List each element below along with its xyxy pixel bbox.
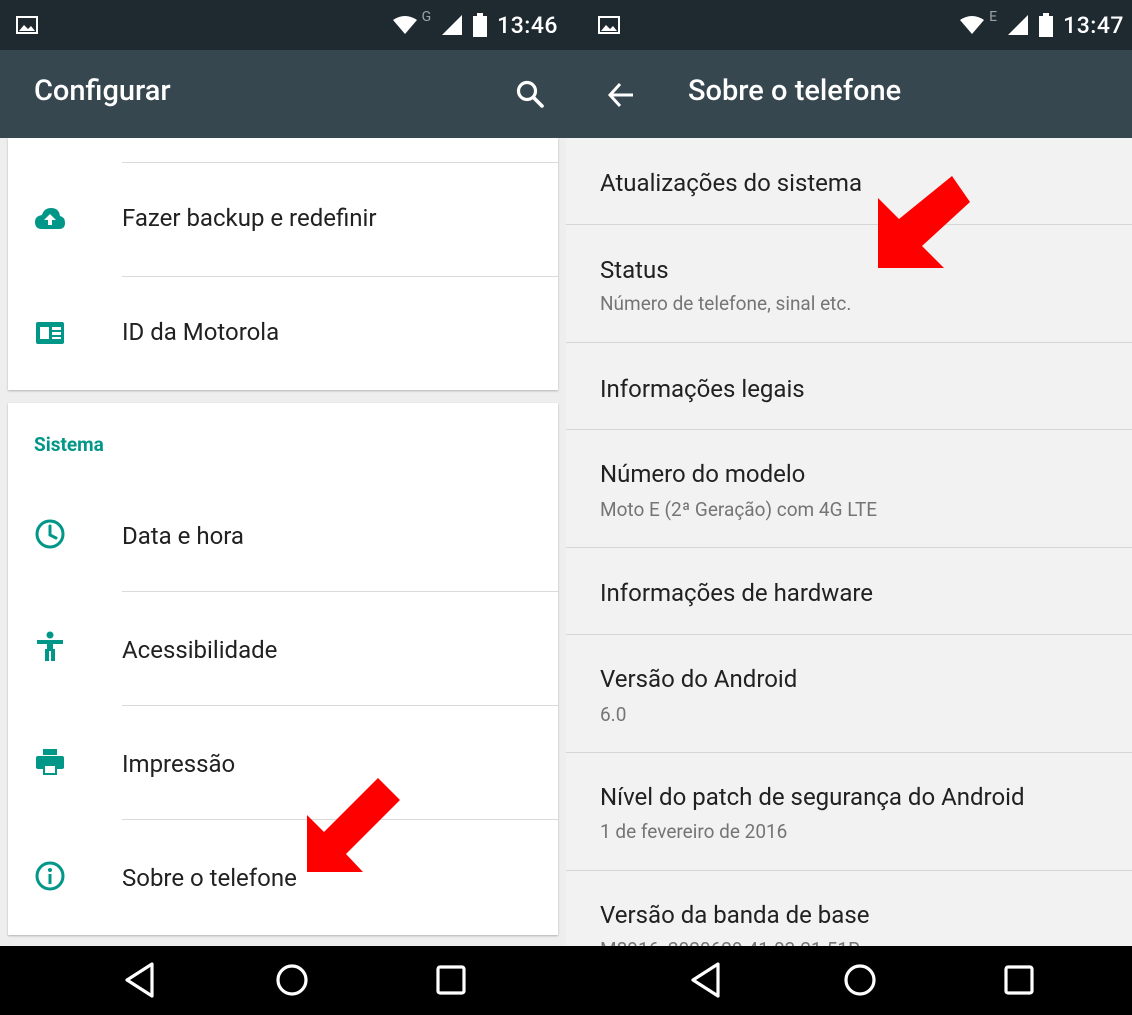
status-bar: E 13:47	[566, 0, 1132, 50]
settings-item-backup[interactable]: Fazer backup e redefinir	[8, 163, 558, 275]
list-item-title: Atualizações do sistema	[600, 169, 863, 197]
recents-square-icon[interactable]	[1001, 961, 1037, 999]
info-icon	[35, 861, 65, 891]
settings-item-label: ID da Motorola	[122, 318, 280, 346]
status-bar: G 13:46	[0, 0, 566, 50]
about-phone-screen: E 13:47 Sobre o telefone Atualizações do…	[566, 0, 1132, 1015]
navigation-bar	[0, 946, 566, 1015]
annotation-arrow-icon	[878, 176, 970, 268]
back-arrow-icon[interactable]	[606, 80, 636, 110]
list-item-title: Status	[600, 256, 669, 284]
list-item-legal-info[interactable]: Informações legais	[566, 343, 1132, 429]
accessibility-icon	[37, 631, 63, 661]
list-item-security-patch[interactable]: Nível do patch de segurança do Android 1…	[566, 753, 1132, 870]
list-item-system-updates[interactable]: Atualizações do sistema	[566, 138, 1132, 224]
signal-icon	[442, 15, 463, 35]
clock-time: 13:46	[497, 11, 558, 39]
back-triangle-icon[interactable]	[688, 961, 724, 999]
recents-square-icon[interactable]	[433, 961, 469, 999]
clock-time: 13:47	[1063, 11, 1124, 39]
printer-icon	[36, 749, 64, 775]
settings-item-accessibility[interactable]: Acessibilidade	[8, 592, 558, 704]
settings-item-label: Impressão	[122, 750, 236, 778]
search-icon[interactable]	[514, 78, 546, 110]
list-item-title: Versão da banda de base	[600, 901, 870, 929]
network-type: G	[421, 9, 432, 25]
signal-icon	[1008, 15, 1029, 35]
list-item-subtitle: M8916_2020629.41.03.21.51R	[600, 938, 860, 946]
list-item-subtitle: 1 de fevereiro de 2016	[600, 820, 788, 843]
settings-screen: G 13:46 Configurar Fazer backup e redefi…	[0, 0, 566, 1015]
list-item-title: Informações legais	[600, 375, 805, 403]
network-type: E	[989, 9, 998, 25]
list-item-hardware-info[interactable]: Informações de hardware	[566, 548, 1132, 634]
settings-item-label: Data e hora	[122, 522, 244, 550]
list-item-status[interactable]: Status Número de telefone, sinal etc.	[566, 225, 1132, 342]
back-triangle-icon[interactable]	[122, 961, 158, 999]
wifi-icon	[960, 16, 985, 34]
settings-item-label: Acessibilidade	[122, 636, 278, 664]
about-phone-list: Atualizações do sistema Status Número de…	[566, 138, 1132, 946]
wifi-icon	[392, 16, 417, 34]
settings-card-personal: Fazer backup e redefinir ID da Motorola	[8, 138, 558, 390]
app-toolbar: Configurar	[0, 50, 566, 138]
list-item-title: Nível do patch de segurança do Android	[600, 783, 1025, 811]
home-circle-icon[interactable]	[274, 961, 310, 999]
page-title: Sobre o telefone	[688, 74, 902, 108]
battery-icon	[1039, 13, 1054, 37]
list-item-title: Versão do Android	[600, 665, 798, 693]
list-item-subtitle: Moto E (2ª Geração) com 4G LTE	[600, 498, 878, 521]
settings-item-motorola-id[interactable]: ID da Motorola	[8, 277, 558, 389]
settings-item-date-time[interactable]: Data e hora	[8, 478, 558, 590]
list-item-title: Número do modelo	[600, 460, 806, 488]
settings-item-label: Fazer backup e redefinir	[122, 204, 377, 232]
list-item-subtitle: Número de telefone, sinal etc.	[600, 292, 852, 315]
cloud-upload-icon	[35, 208, 65, 229]
section-header: Sistema	[34, 433, 104, 456]
app-toolbar: Sobre o telefone	[566, 50, 1132, 138]
annotation-arrow-icon	[307, 778, 400, 872]
gallery-icon	[16, 16, 38, 34]
id-card-icon	[36, 322, 64, 344]
clock-icon	[35, 519, 65, 549]
list-item-baseband-version[interactable]: Versão da banda de base M8916_2020629.41…	[566, 871, 1132, 946]
home-circle-icon[interactable]	[842, 961, 878, 999]
navigation-bar	[566, 946, 1132, 1015]
page-title: Configurar	[34, 74, 171, 108]
list-item-title: Informações de hardware	[600, 579, 874, 607]
list-item-model-number[interactable]: Número do modelo Moto E (2ª Geração) com…	[566, 430, 1132, 547]
settings-item-label: Sobre o telefone	[122, 864, 297, 892]
list-item-android-version[interactable]: Versão do Android 6.0	[566, 635, 1132, 752]
battery-icon	[473, 13, 488, 37]
gallery-icon	[598, 16, 620, 34]
list-item-subtitle: 6.0	[600, 703, 627, 726]
